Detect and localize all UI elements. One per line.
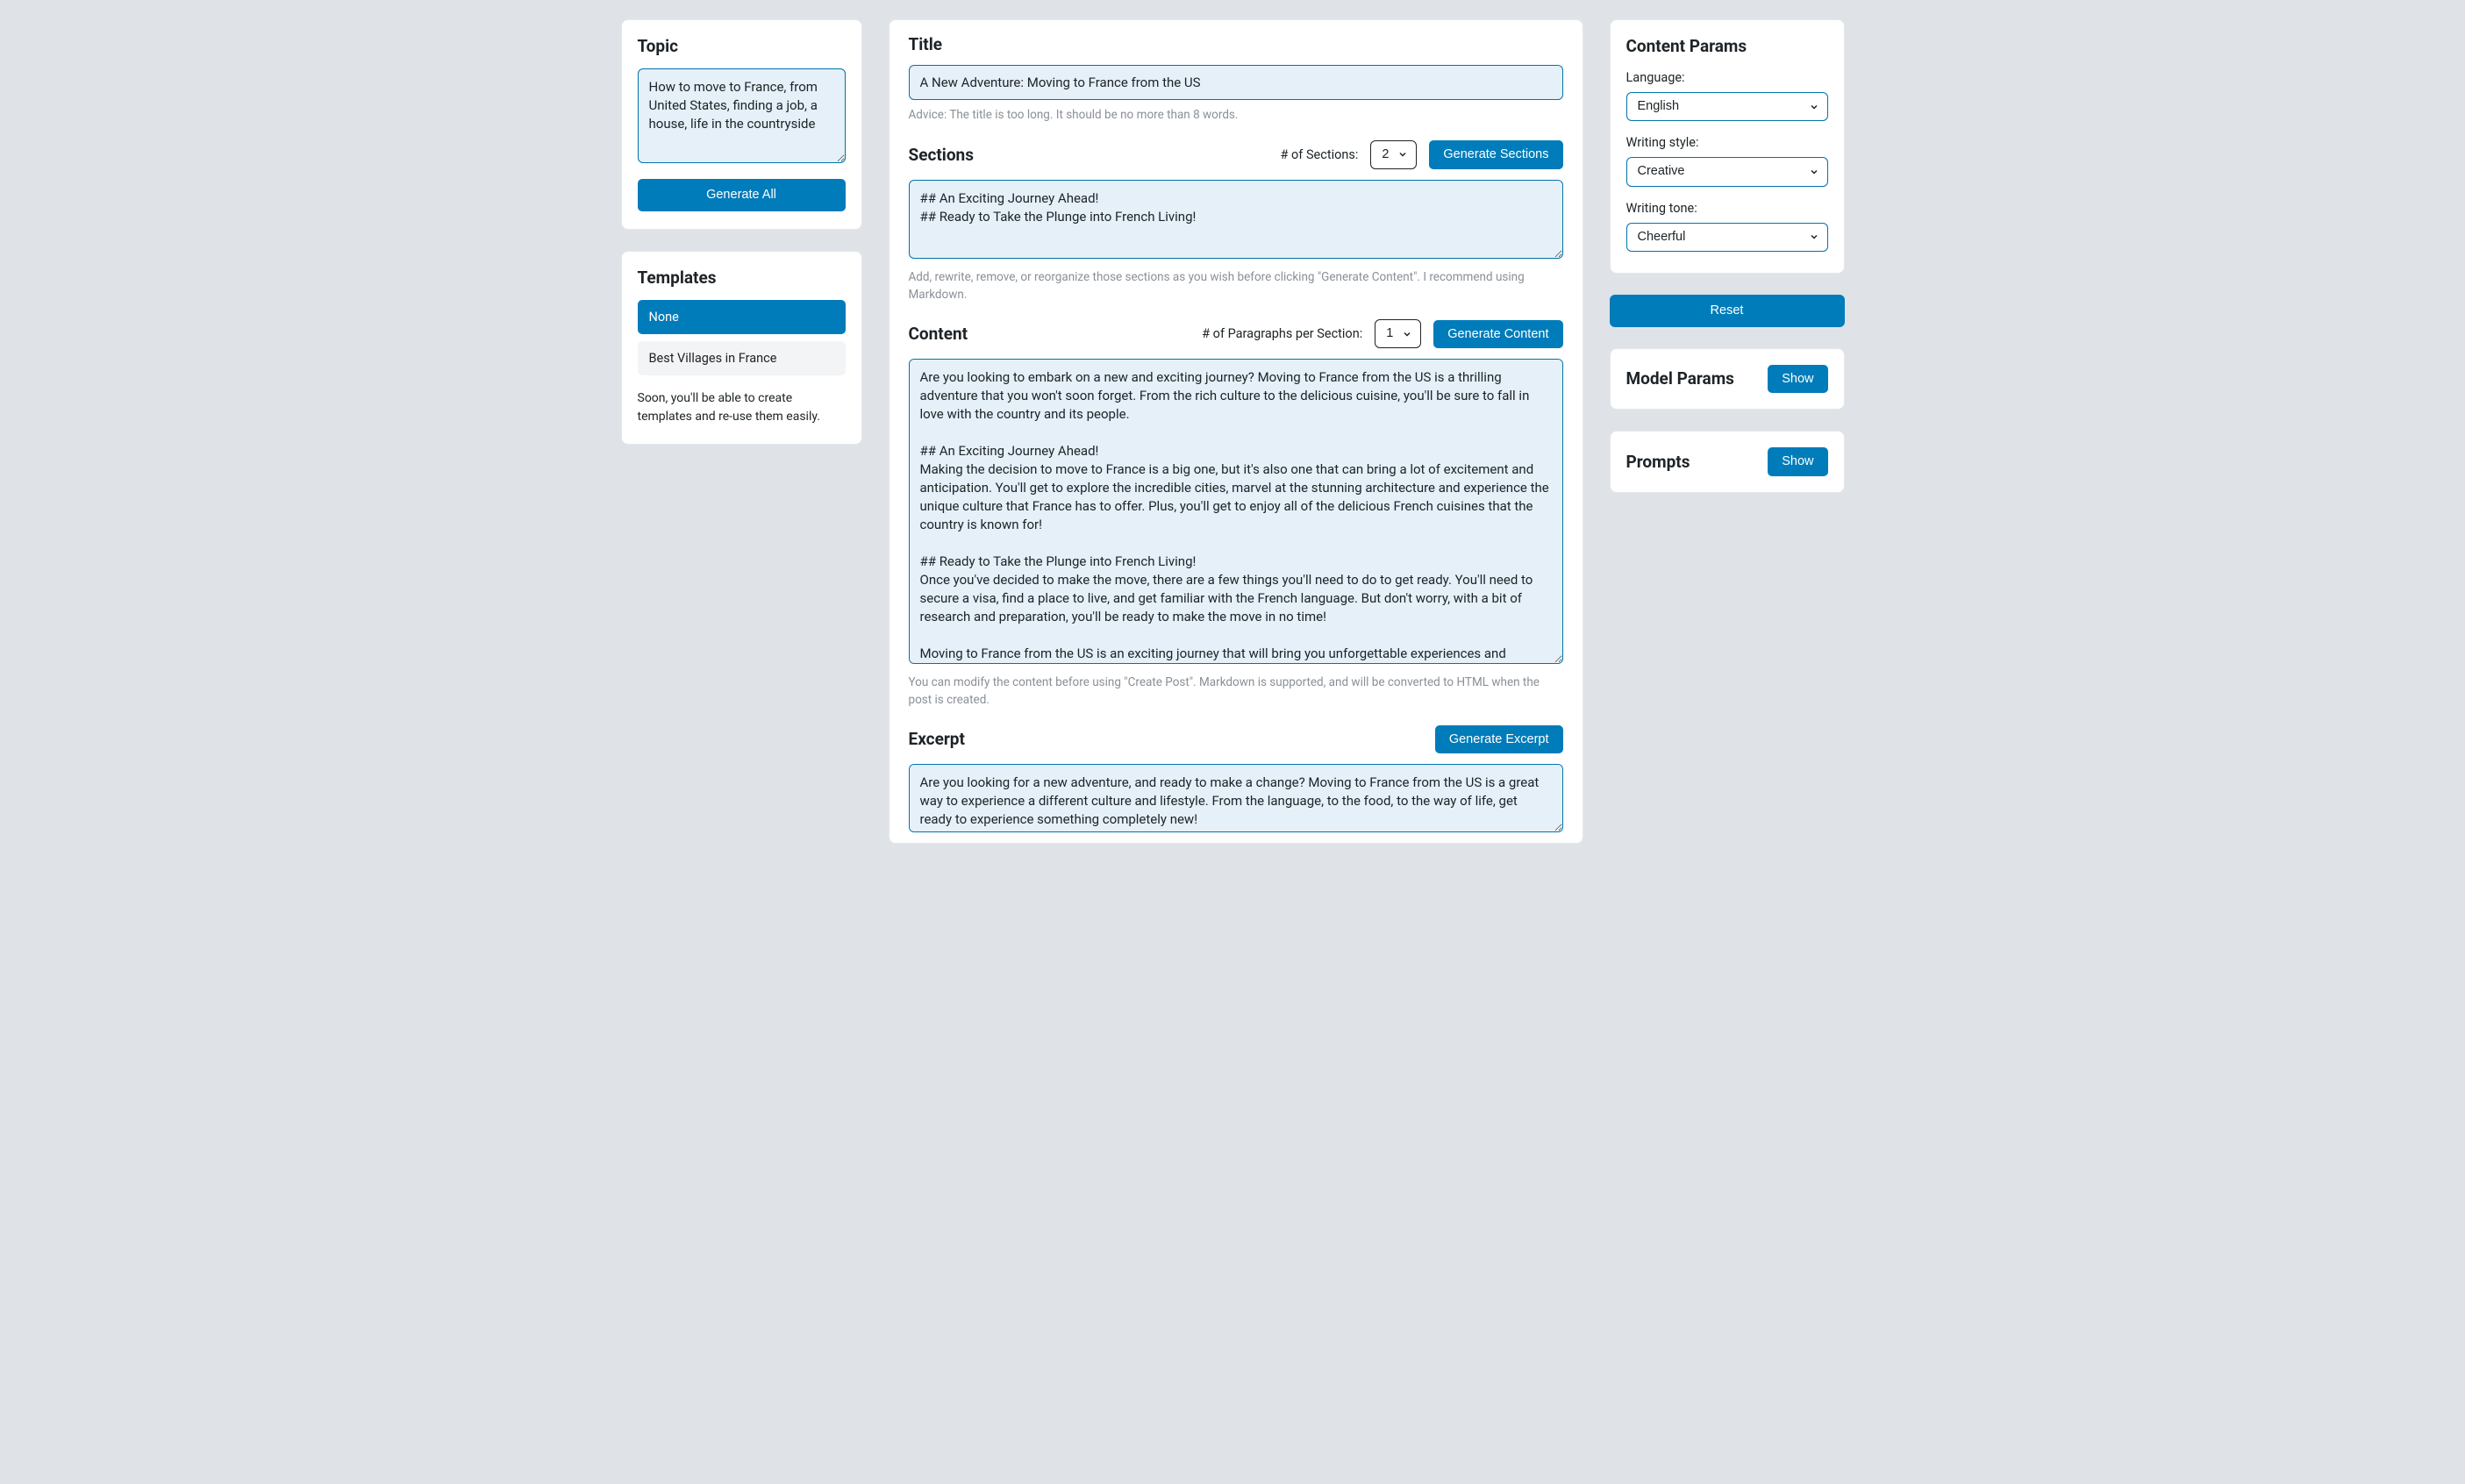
generate-excerpt-button[interactable]: Generate Excerpt (1435, 725, 1563, 754)
generate-sections-button[interactable]: Generate Sections (1429, 140, 1562, 169)
content-heading: Content (909, 324, 968, 344)
center-column: Title Advice: The title is too long. It … (889, 19, 1583, 844)
title-advice: Advice: The title is too long. It should… (909, 107, 1563, 125)
left-column: Topic Generate All Templates None Best V… (621, 19, 862, 844)
templates-heading: Templates (638, 268, 846, 288)
topic-textarea[interactable] (638, 68, 846, 163)
writing-tone-label: Writing tone: (1626, 201, 1828, 216)
prompts-heading: Prompts (1626, 452, 1690, 472)
main-card: Title Advice: The title is too long. It … (889, 19, 1583, 844)
content-paragraphs-label: # of Paragraphs per Section: (1202, 326, 1362, 341)
content-params-heading: Content Params (1626, 36, 1828, 56)
language-select[interactable]: English (1626, 92, 1828, 121)
title-section: Title Advice: The title is too long. It … (909, 34, 1563, 125)
right-column: Content Params Language: English Writing… (1610, 19, 1845, 844)
content-textarea[interactable] (909, 359, 1563, 664)
generate-content-button[interactable]: Generate Content (1433, 320, 1562, 349)
sections-note: Add, rewrite, remove, or reorganize thos… (909, 269, 1563, 303)
title-heading: Title (909, 34, 1563, 54)
sections-count-select[interactable]: 2 (1370, 140, 1417, 169)
templates-card: Templates None Best Villages in France S… (621, 251, 862, 445)
excerpt-section: Excerpt Generate Excerpt (909, 725, 1563, 837)
sections-heading: Sections (909, 145, 974, 165)
topic-heading: Topic (638, 36, 846, 56)
writing-style-label: Writing style: (1626, 135, 1828, 150)
template-item-villages[interactable]: Best Villages in France (638, 341, 846, 375)
reset-button[interactable]: Reset (1610, 295, 1845, 327)
content-section: Content # of Paragraphs per Section: 1 G… (909, 319, 1563, 710)
template-item-none[interactable]: None (638, 300, 846, 334)
templates-list: None Best Villages in France (638, 300, 846, 375)
sections-textarea[interactable] (909, 180, 1563, 259)
excerpt-heading: Excerpt (909, 729, 965, 749)
prompts-card: Prompts Show (1610, 431, 1845, 493)
sections-section: Sections # of Sections: 2 Generate Secti… (909, 140, 1563, 304)
writing-tone-select[interactable]: Cheerful (1626, 223, 1828, 252)
prompts-show-button[interactable]: Show (1768, 447, 1827, 476)
model-params-heading: Model Params (1626, 368, 1734, 389)
model-params-card: Model Params Show (1610, 348, 1845, 410)
model-params-show-button[interactable]: Show (1768, 365, 1827, 394)
topic-card: Topic Generate All (621, 19, 862, 230)
content-note: You can modify the content before using … (909, 674, 1563, 709)
content-params-card: Content Params Language: English Writing… (1610, 19, 1845, 274)
title-input[interactable] (909, 65, 1563, 100)
writing-style-select[interactable]: Creative (1626, 157, 1828, 186)
language-label: Language: (1626, 70, 1828, 85)
sections-count-label: # of Sections: (1281, 147, 1359, 162)
content-paragraphs-select[interactable]: 1 (1375, 319, 1421, 348)
templates-note: Soon, you'll be able to create templates… (638, 389, 846, 426)
generate-all-button[interactable]: Generate All (638, 179, 846, 211)
excerpt-textarea[interactable] (909, 764, 1563, 832)
